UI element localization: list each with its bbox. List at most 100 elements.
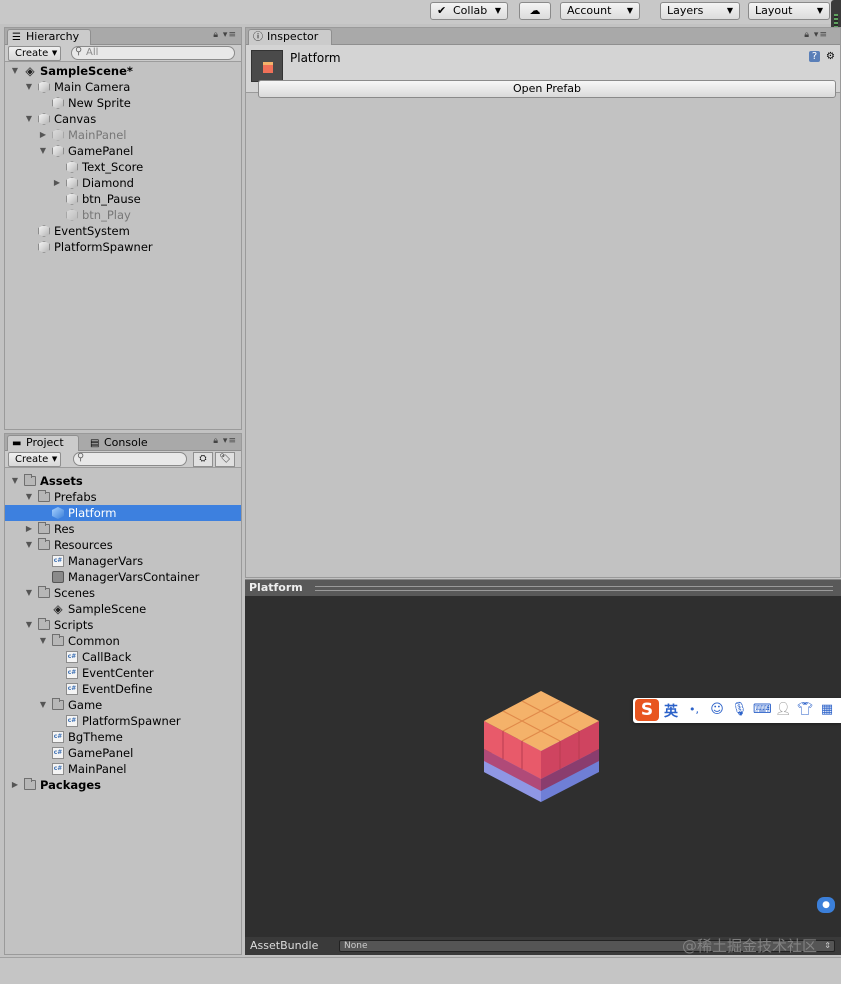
user-icon[interactable]: 👤︎ bbox=[775, 702, 792, 718]
search-placeholder: All bbox=[86, 47, 99, 58]
expand-arrow-icon[interactable]: ▼ bbox=[38, 143, 48, 159]
ime-punctuation-toggle[interactable]: •, bbox=[686, 702, 702, 718]
asset-label-icon[interactable]: ● bbox=[817, 897, 835, 913]
tree-row[interactable]: ▼ Common bbox=[5, 633, 241, 649]
open-prefab-button[interactable]: Open Prefab bbox=[258, 80, 836, 98]
tree-row[interactable]: ▼ Scripts bbox=[5, 617, 241, 633]
expand-arrow-icon[interactable]: ▼ bbox=[24, 617, 34, 633]
toolbox-grid-icon[interactable]: ▦ bbox=[819, 702, 835, 718]
project-search-input[interactable]: ⚲ bbox=[73, 452, 187, 466]
tree-row[interactable]: ▶ Diamond bbox=[5, 175, 241, 191]
account-dropdown[interactable]: Account ▼ bbox=[560, 2, 640, 20]
expand-arrow-icon[interactable]: ▼ bbox=[38, 697, 48, 713]
tree-row-label: CallBack bbox=[82, 650, 132, 664]
tree-row[interactable]: ▼ Game bbox=[5, 697, 241, 713]
tree-row[interactable]: ▼ Canvas bbox=[5, 111, 241, 127]
create-label: Create bbox=[15, 454, 49, 465]
tree-row[interactable]: c# GamePanel bbox=[5, 745, 241, 761]
tree-row[interactable]: EventSystem bbox=[5, 223, 241, 239]
tree-row[interactable]: btn_Play bbox=[5, 207, 241, 223]
tree-row[interactable]: ▼ Assets bbox=[5, 473, 241, 489]
collab-label: Collab bbox=[453, 4, 488, 17]
filter-by-type-button[interactable]: ⛭ bbox=[193, 452, 213, 467]
tree-row-label: Main Camera bbox=[54, 80, 131, 94]
collab-button[interactable]: ✔ Collab ▼ bbox=[430, 2, 508, 20]
tree-row[interactable]: c# MainPanel bbox=[5, 761, 241, 777]
tree-row[interactable]: ▶ MainPanel bbox=[5, 127, 241, 143]
tab-inspector[interactable]: ⓘ Inspector bbox=[248, 29, 332, 45]
ime-language-toggle[interactable]: 英 bbox=[664, 701, 678, 721]
cloud-button[interactable]: ☁ bbox=[519, 2, 551, 20]
tree-row[interactable]: Platform bbox=[5, 505, 241, 521]
tree-row[interactable]: btn_Pause bbox=[5, 191, 241, 207]
tree-row-label: Scenes bbox=[54, 586, 96, 600]
tree-row-label: Prefabs bbox=[54, 490, 97, 504]
preview-title-bar[interactable]: Platform bbox=[245, 580, 841, 596]
tree-row[interactable]: ▼ Prefabs bbox=[5, 489, 241, 505]
prefab-thumbnail bbox=[251, 50, 283, 82]
tab-hierarchy[interactable]: ☰ Hierarchy bbox=[7, 29, 91, 45]
tree-row-label: Scripts bbox=[54, 618, 94, 632]
hierarchy-search-input[interactable]: ⚲ All bbox=[71, 46, 235, 60]
expand-arrow-icon[interactable]: ▼ bbox=[24, 537, 34, 553]
lock-menu-icon[interactable]: 🔒︎ ▾≡ bbox=[213, 30, 237, 40]
tree-row[interactable]: c# BgTheme bbox=[5, 729, 241, 745]
tree-row[interactable]: c# EventCenter bbox=[5, 665, 241, 681]
tree-row[interactable]: ▶ Res bbox=[5, 521, 241, 537]
tab-project[interactable]: ▬ Project bbox=[7, 435, 79, 451]
collapse-arrow-icon[interactable]: ▶ bbox=[24, 521, 34, 537]
tree-row[interactable]: ▼ Scenes bbox=[5, 585, 241, 601]
assetbundle-value: None bbox=[344, 941, 368, 951]
tree-row[interactable]: c# ManagerVars bbox=[5, 553, 241, 569]
filter-by-label-button[interactable]: 🏷︎ bbox=[215, 452, 235, 467]
ime-toolbar: S 英 •, ☺ 🎙︎ ⌨ 👤︎ 👕︎ ▦ bbox=[633, 698, 841, 723]
tree-row[interactable]: New Sprite bbox=[5, 95, 241, 111]
tree-row[interactable]: c# PlatformSpawner bbox=[5, 713, 241, 729]
expand-arrow-icon[interactable]: ▼ bbox=[24, 111, 34, 127]
skin-shirt-icon[interactable]: 👕︎ bbox=[797, 702, 814, 718]
sogou-logo-icon[interactable]: S bbox=[635, 699, 659, 721]
microphone-icon[interactable]: 🎙︎ bbox=[731, 702, 748, 718]
tree-row[interactable]: ▼ Resources bbox=[5, 537, 241, 553]
tree-row[interactable]: c# EventDefine bbox=[5, 681, 241, 697]
collapse-arrow-icon[interactable]: ▶ bbox=[38, 127, 48, 143]
expand-arrow-icon[interactable]: ▼ bbox=[38, 633, 48, 649]
layout-dropdown[interactable]: Layout ▼ bbox=[748, 2, 830, 20]
tree-row[interactable]: ▼ ◈ SampleScene* bbox=[5, 63, 241, 79]
main-toolbar: ✔ Collab ▼ ☁ Account ▼ Layers ▼ Layout ▼ bbox=[0, 0, 841, 70]
gameobject-icon bbox=[52, 129, 64, 141]
expand-arrow-icon[interactable]: ▼ bbox=[24, 489, 34, 505]
tree-row[interactable]: c# CallBack bbox=[5, 649, 241, 665]
tag-icon: 🏷︎ bbox=[219, 454, 231, 464]
inspector-tabbar: ⓘ Inspector 🔒︎ ▾≡ bbox=[246, 28, 840, 45]
tree-row-label: btn_Pause bbox=[82, 192, 141, 206]
hierarchy-create-button[interactable]: Create ▼ bbox=[8, 46, 62, 61]
tab-console[interactable]: ▤ Console bbox=[85, 435, 155, 451]
project-create-button[interactable]: Create ▼ bbox=[8, 452, 62, 467]
layers-dropdown[interactable]: Layers ▼ bbox=[660, 2, 740, 20]
help-book-icon[interactable]: ? bbox=[809, 51, 820, 62]
expand-arrow-icon[interactable]: ▼ bbox=[10, 473, 20, 489]
tree-row[interactable]: PlatformSpawner bbox=[5, 239, 241, 255]
collapse-arrow-icon[interactable]: ▶ bbox=[52, 175, 62, 191]
expand-arrow-icon[interactable]: ▼ bbox=[10, 63, 20, 79]
keyboard-icon[interactable]: ⌨ bbox=[753, 702, 772, 718]
expand-arrow-icon[interactable]: ▼ bbox=[24, 585, 34, 601]
lock-menu-icon[interactable]: 🔒︎ ▾≡ bbox=[804, 30, 828, 40]
tree-row[interactable]: ManagerVarsContainer bbox=[5, 569, 241, 585]
expand-arrow-icon[interactable]: ▼ bbox=[24, 79, 34, 95]
unity-scene-icon: ◈ bbox=[53, 602, 63, 616]
collapse-arrow-icon[interactable]: ▶ bbox=[10, 777, 20, 793]
tree-row[interactable]: ▶ Packages bbox=[5, 777, 241, 793]
folder-icon bbox=[38, 522, 50, 534]
gear-icon[interactable]: ⚙ bbox=[825, 51, 836, 62]
tree-row[interactable]: ◈ SampleScene bbox=[5, 601, 241, 617]
tree-row[interactable]: ▼ GamePanel bbox=[5, 143, 241, 159]
tree-row[interactable]: Text_Score bbox=[5, 159, 241, 175]
emoji-icon[interactable]: ☺ bbox=[709, 702, 725, 718]
tree-row[interactable]: ▼ Main Camera bbox=[5, 79, 241, 95]
info-icon: ⓘ bbox=[253, 32, 263, 43]
lock-menu-icon[interactable]: 🔒︎ ▾≡ bbox=[213, 436, 237, 446]
preview-viewport[interactable]: ● bbox=[245, 596, 841, 937]
unity-scene-icon: ◈ bbox=[25, 64, 35, 78]
